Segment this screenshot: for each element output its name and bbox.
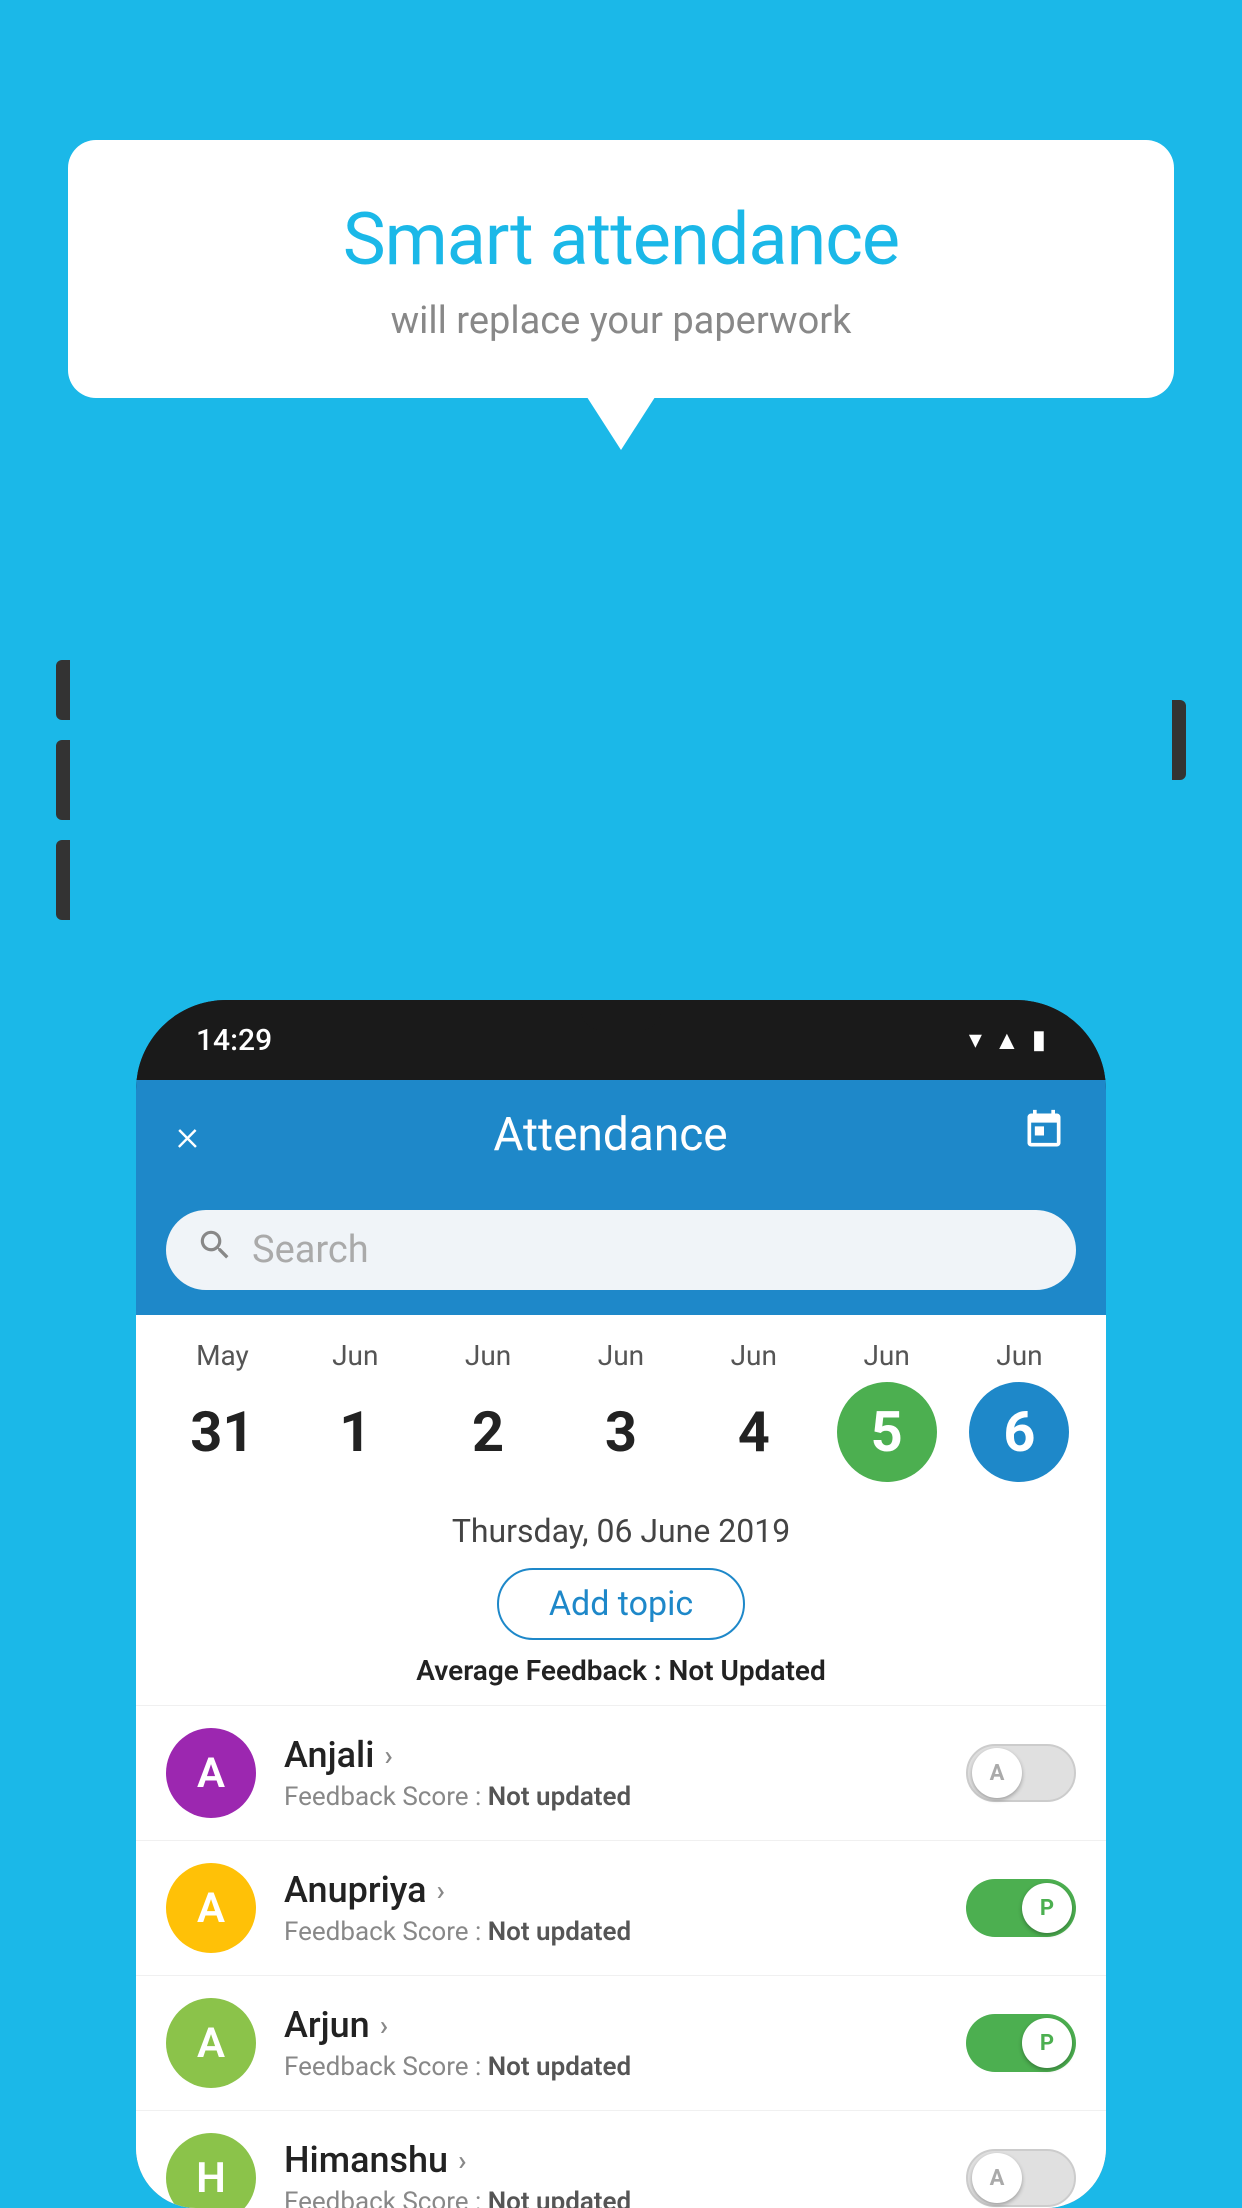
student-info-himanshu: Himanshu › Feedback Score : Not updated [284, 2139, 966, 2208]
speech-bubble: Smart attendance will replace your paper… [68, 140, 1174, 398]
student-name-anupriya: Anupriya › [284, 1869, 966, 1911]
cal-day-4[interactable]: Jun 4 [694, 1339, 814, 1482]
avatar-himanshu: H [166, 2133, 256, 2208]
feedback-anjali: Feedback Score : Not updated [284, 1782, 966, 1812]
volume-up-button [56, 660, 70, 720]
cal-day-1[interactable]: Jun 1 [295, 1339, 415, 1482]
cal-day-0[interactable]: May 31 [162, 1339, 282, 1482]
date-section: Thursday, 06 June 2019 Add topic Average… [136, 1492, 1106, 1705]
feedback-arjun: Feedback Score : Not updated [284, 2052, 966, 2082]
student-info-anupriya: Anupriya › Feedback Score : Not updated [284, 1869, 966, 1947]
close-button[interactable]: × [176, 1109, 199, 1161]
cal-day-3[interactable]: Jun 3 [561, 1339, 681, 1482]
status-time: 14:29 [196, 1023, 272, 1058]
volume-down-button [56, 740, 70, 820]
speech-bubble-container: Smart attendance will replace your paper… [68, 140, 1174, 398]
avg-feedback: Average Feedback : Not Updated [136, 1654, 1106, 1687]
phone-body: 14:29 ▾ ▲ ▮ × Attendance [136, 1000, 1106, 2208]
side-button [56, 840, 70, 920]
avatar-anjali: A [166, 1728, 256, 1818]
chevron-icon: › [458, 2144, 466, 2177]
add-topic-button[interactable]: Add topic [497, 1568, 745, 1640]
cal-day-5[interactable]: Jun 5 [827, 1339, 947, 1482]
search-icon [196, 1226, 234, 1274]
search-bar-container: Search [136, 1190, 1106, 1315]
avatar-arjun: A [166, 1998, 256, 2088]
feedback-himanshu: Feedback Score : Not updated [284, 2187, 966, 2208]
wifi-icon: ▾ [969, 1025, 982, 1055]
app-header: × Attendance [136, 1080, 1106, 1190]
power-button [1172, 700, 1186, 780]
student-list: A Anjali › Feedback Score : Not updated … [136, 1705, 1106, 2208]
student-info-arjun: Arjun › Feedback Score : Not updated [284, 2004, 966, 2082]
header-title: Attendance [493, 1108, 727, 1162]
student-item-arjun[interactable]: A Arjun › Feedback Score : Not updated P [136, 1975, 1106, 2110]
phone-mockup: 14:29 ▾ ▲ ▮ × Attendance [68, 500, 1174, 2208]
toggle-arjun[interactable]: P [966, 2014, 1076, 2072]
date-display: Thursday, 06 June 2019 [136, 1512, 1106, 1550]
status-icons: ▾ ▲ ▮ [969, 1025, 1046, 1056]
search-placeholder: Search [252, 1228, 369, 1272]
search-bar[interactable]: Search [166, 1210, 1076, 1290]
bubble-title: Smart attendance [128, 200, 1114, 279]
toggle-himanshu[interactable]: A [966, 2149, 1076, 2207]
cal-day-2[interactable]: Jun 2 [428, 1339, 548, 1482]
feedback-anupriya: Feedback Score : Not updated [284, 1917, 966, 1947]
chevron-icon: › [437, 1874, 445, 1907]
student-item-anjali[interactable]: A Anjali › Feedback Score : Not updated … [136, 1705, 1106, 1840]
toggle-anupriya[interactable]: P [966, 1879, 1076, 1937]
phone-notch [581, 1000, 661, 1030]
student-item-himanshu[interactable]: H Himanshu › Feedback Score : Not update… [136, 2110, 1106, 2208]
student-name-anjali: Anjali › [284, 1734, 966, 1776]
student-item-anupriya[interactable]: A Anupriya › Feedback Score : Not update… [136, 1840, 1106, 1975]
chevron-icon: › [380, 2009, 388, 2042]
calendar-icon[interactable] [1022, 1108, 1066, 1162]
app-content: Search May 31 Jun 1 Jun 2 Jun [136, 1190, 1106, 2208]
battery-icon: ▮ [1032, 1025, 1046, 1055]
student-name-himanshu: Himanshu › [284, 2139, 966, 2181]
toggle-anjali[interactable]: A [966, 1744, 1076, 1802]
signal-icon: ▲ [994, 1025, 1020, 1056]
student-info-anjali: Anjali › Feedback Score : Not updated [284, 1734, 966, 1812]
cal-day-6[interactable]: Jun 6 [959, 1339, 1079, 1482]
bubble-subtitle: will replace your paperwork [128, 299, 1114, 343]
chevron-icon: › [384, 1739, 392, 1772]
student-name-arjun: Arjun › [284, 2004, 966, 2046]
avatar-anupriya: A [166, 1863, 256, 1953]
calendar-strip: May 31 Jun 1 Jun 2 Jun 3 Jun 4 [136, 1315, 1106, 1492]
